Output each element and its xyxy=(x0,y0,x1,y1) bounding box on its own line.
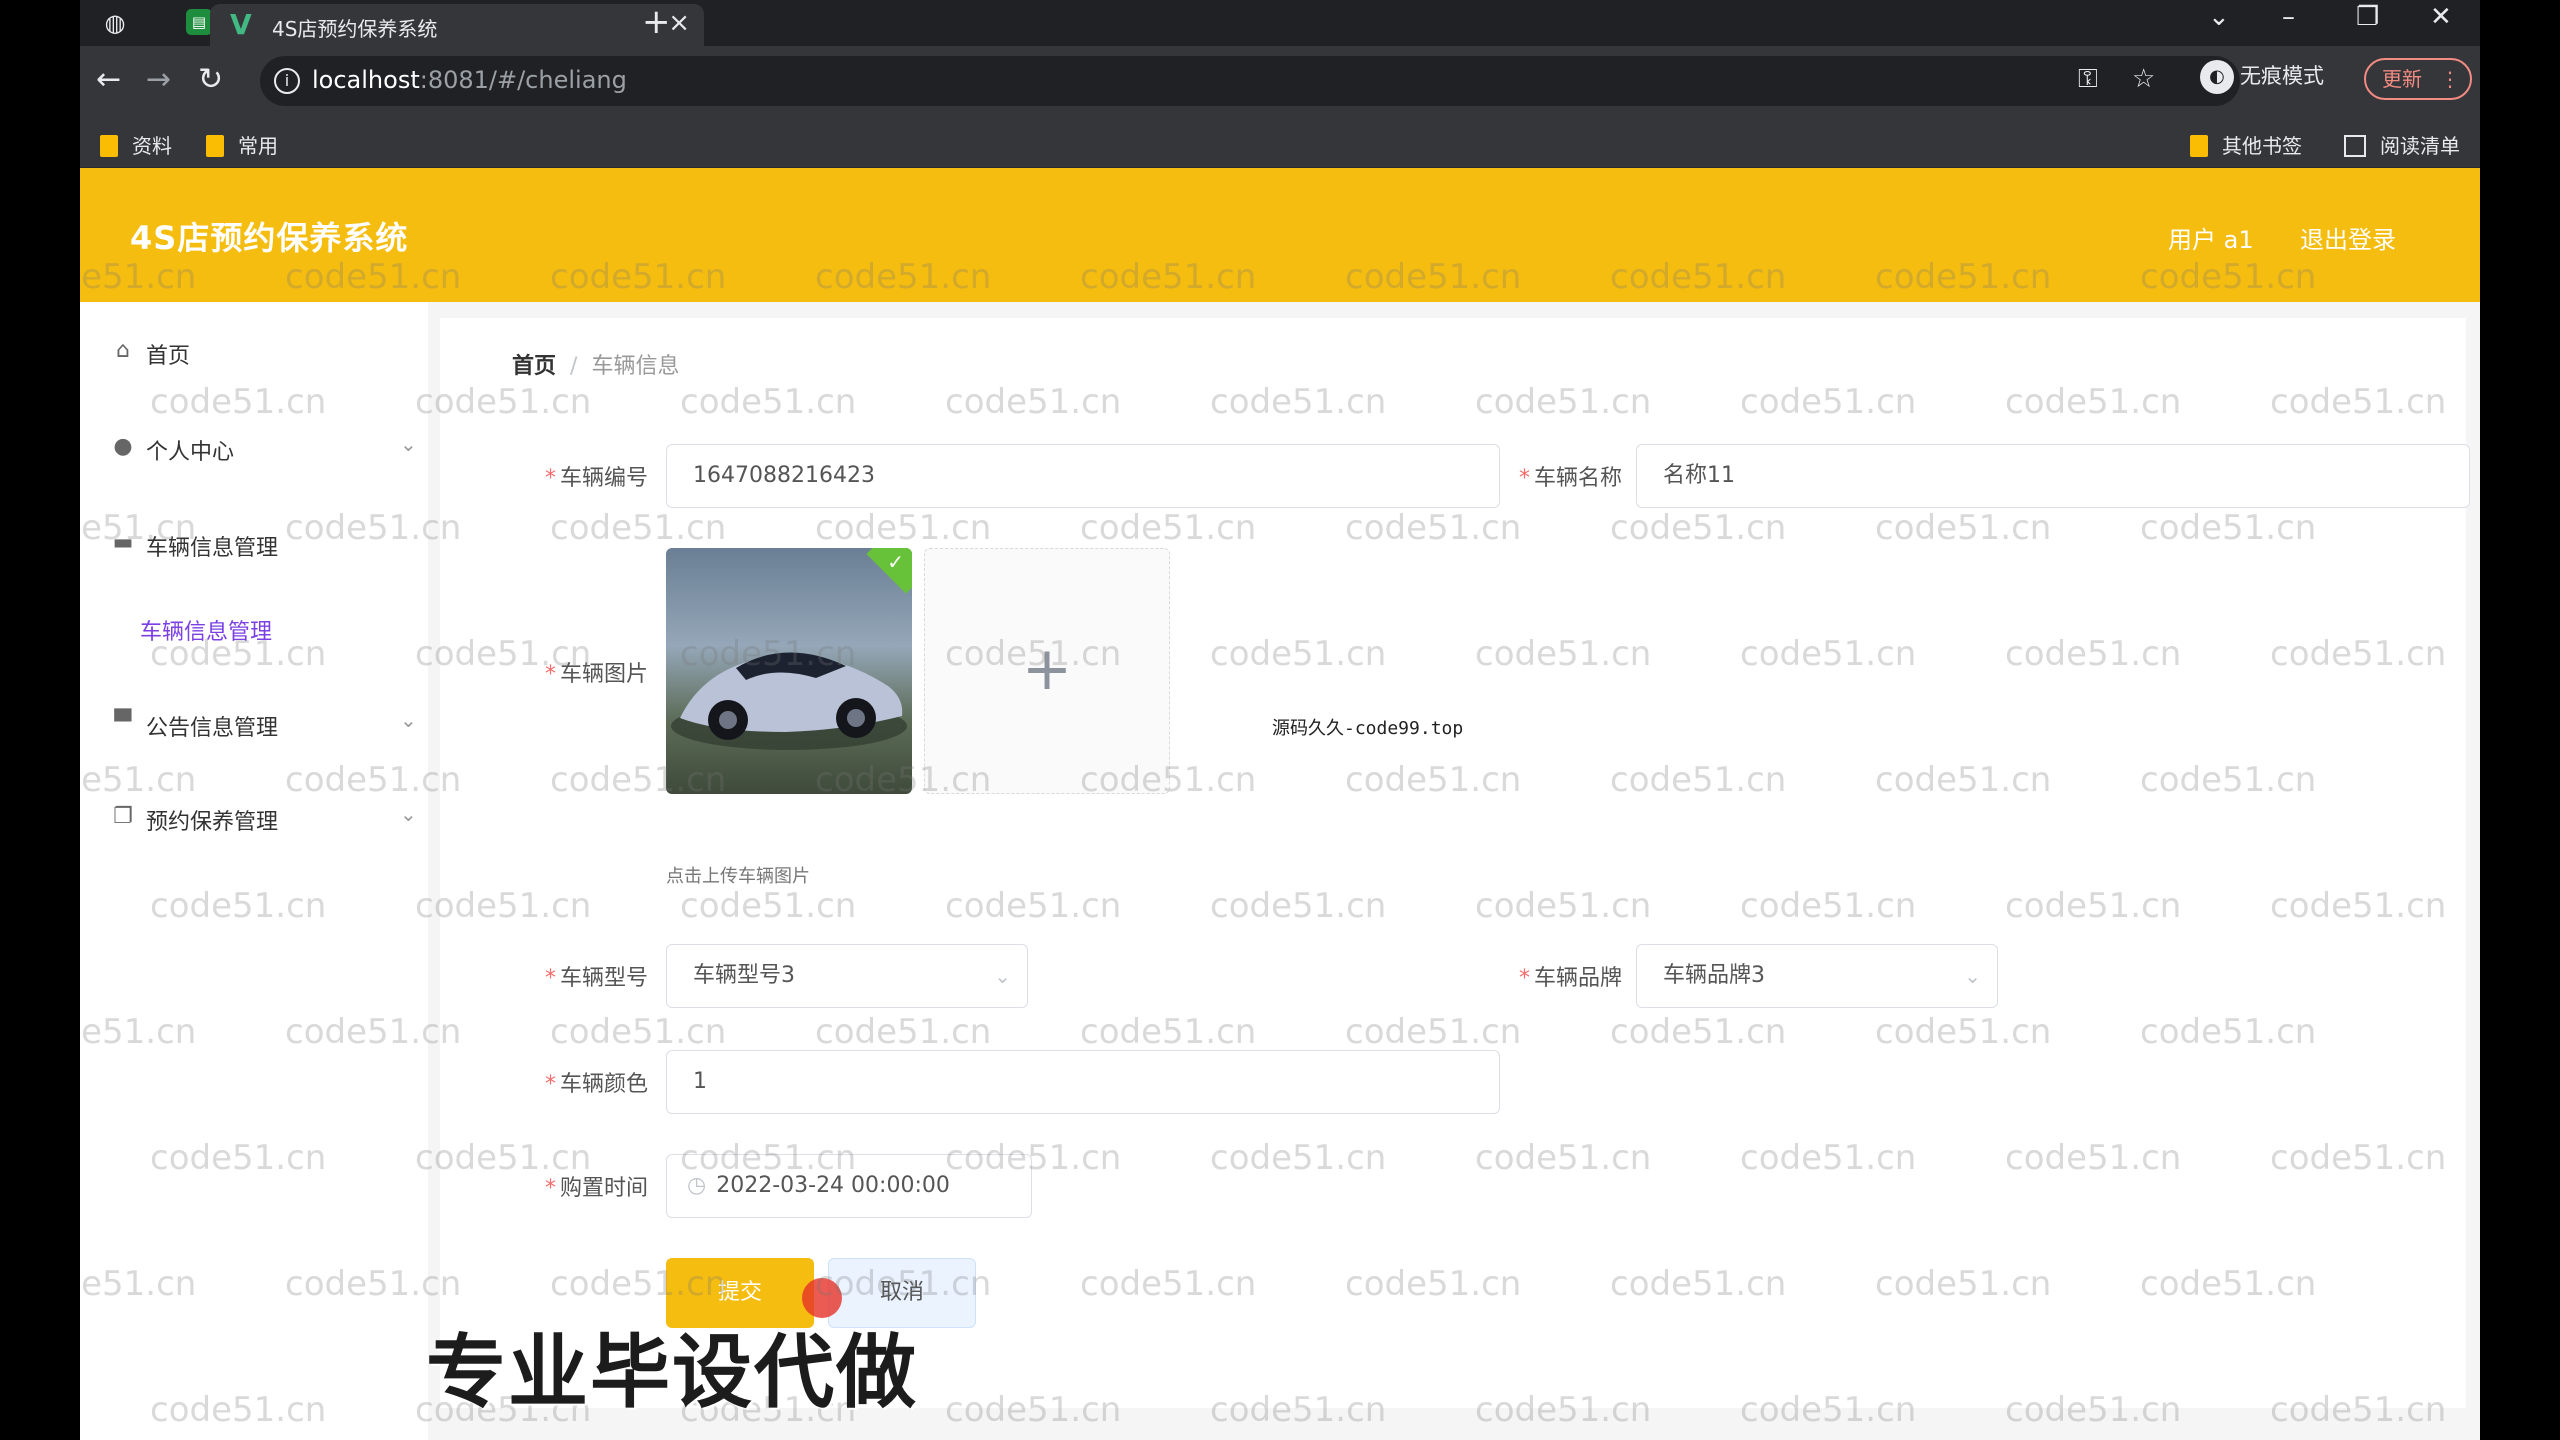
chevron-down-icon: ⌄ xyxy=(400,802,417,826)
folder-icon xyxy=(2190,135,2208,157)
vehicle-name-input[interactable]: 名称11 xyxy=(1636,444,2470,508)
key-icon[interactable]: ⚿ xyxy=(2078,64,2098,95)
breadcrumb-current: 车辆信息 xyxy=(591,354,680,379)
tab-close-icon[interactable]: × xyxy=(668,8,690,38)
copy-icon: ❐ xyxy=(113,804,133,829)
browser-tab[interactable]: V 4S店预约保养系统 × xyxy=(210,4,704,46)
app-favicon-icon[interactable]: ▤ xyxy=(186,9,212,35)
bookmark-folder[interactable]: 常用 xyxy=(206,130,278,159)
incognito-icon: ◐ xyxy=(2200,60,2234,94)
tab-title: 4S店预约保养系统 xyxy=(272,17,438,41)
address-bar[interactable]: i localhost:8081/#/cheliang ⚿ ☆ xyxy=(260,56,2240,106)
clock-icon: ◷ xyxy=(687,1173,707,1198)
upload-plus-button[interactable]: + xyxy=(924,548,1170,794)
user-label: 用户 a1 xyxy=(2168,226,2254,254)
vehicle-image-label: * 车辆图片 xyxy=(544,662,648,687)
bookmark-folder[interactable]: 资料 xyxy=(100,130,172,159)
check-icon: ✓ xyxy=(887,550,904,574)
browser-tabstrip: ◍ ▤ V 4S店预约保养系统 × + ⌄ – ❐ ✕ xyxy=(80,0,2480,46)
app-window: ◍ ▤ V 4S店预约保养系统 × + ⌄ – ❐ ✕ ← → ↻ i loca… xyxy=(80,0,2480,1440)
browser-toolbar: ← → ↻ i localhost:8081/#/cheliang ⚿ ☆ ◐ 无… xyxy=(80,46,2480,116)
star-icon[interactable]: ☆ xyxy=(2132,64,2155,94)
back-icon[interactable]: ← xyxy=(96,62,121,98)
user-icon: ● xyxy=(113,434,133,459)
chevron-down-icon: ⌄ xyxy=(1964,964,1981,988)
logout-link[interactable]: 退出登录 xyxy=(2300,220,2396,255)
app-title: 4S店预约保养系统 xyxy=(130,219,409,257)
minimize-icon[interactable]: – xyxy=(2282,2,2295,32)
reload-icon[interactable]: ↻ xyxy=(198,62,223,98)
chevron-down-icon: ⌄ xyxy=(994,964,1011,988)
main-content: 首页 / 车辆信息 * 车辆编号 1647088216423 * 车辆名称 名称11 *… xyxy=(428,302,2480,1440)
sidebar-item-booking[interactable]: ❐ 预约保养管理 ⌄ xyxy=(110,798,417,838)
vehicle-name-label: * 车辆名称 xyxy=(1518,466,1622,491)
overlay-note: 源码久久-code99.top xyxy=(1272,718,1464,739)
folder-icon xyxy=(206,135,224,157)
vehicle-color-input[interactable]: 1 xyxy=(666,1050,1500,1114)
menu-dots-icon[interactable]: ⋮ xyxy=(2440,60,2460,98)
vehicle-color-label: * 车辆颜色 xyxy=(544,1072,648,1097)
vehicle-brand-label: * 车辆品牌 xyxy=(1518,966,1622,991)
restore-icon[interactable]: ❐ xyxy=(2356,2,2379,32)
car-icon: ▬ xyxy=(112,530,134,555)
info-icon[interactable]: i xyxy=(274,68,300,94)
overlay-ad-text: 专业毕设代做 xyxy=(426,1326,918,1419)
other-bookmarks[interactable]: 其他书签 xyxy=(2190,130,2302,159)
bookmarks-bar: 资料 常用 其他书签 阅读清单 xyxy=(80,116,2480,168)
url-text[interactable]: localhost:8081/#/cheliang xyxy=(312,66,627,94)
app-header: 4S店预约保养系统 用户 a1 退出登录 xyxy=(80,168,2480,302)
sidebar: ⌂ 首页 ● 个人中心 ⌄ ▬ 车辆信息管理 车辆信息管理 ▀ 公告信息管理 ⌄… xyxy=(80,302,428,1440)
incognito-indicator[interactable]: ◐ 无痕模式 xyxy=(2200,60,2324,94)
purchase-time-picker[interactable]: ◷ 2022-03-24 00:00:00 xyxy=(666,1154,1032,1218)
home-icon: ⌂ xyxy=(116,338,130,363)
breadcrumb: 首页 / 车辆信息 xyxy=(512,354,680,379)
sidebar-subitem-vehicle[interactable]: 车辆信息管理 xyxy=(140,614,272,646)
uploaded-car-image[interactable]: ✓ xyxy=(666,548,912,794)
reading-list[interactable]: 阅读清单 xyxy=(2344,130,2460,159)
upload-tip: 点击上传车辆图片 xyxy=(666,866,810,887)
notice-icon: ▀ xyxy=(114,710,132,735)
new-tab-icon[interactable]: + xyxy=(642,2,671,42)
sidebar-item-profile[interactable]: ● 个人中心 ⌄ xyxy=(110,428,416,468)
sidebar-item-notice[interactable]: ▀ 公告信息管理 ⌄ xyxy=(110,704,417,744)
vehicle-brand-select[interactable]: 车辆品牌3 ⌄ xyxy=(1636,944,1998,1008)
tab-search-chevron-icon[interactable]: ⌄ xyxy=(2208,2,2230,32)
folder-icon xyxy=(100,135,118,157)
close-window-icon[interactable]: ✕ xyxy=(2430,2,2452,32)
chevron-down-icon: ⌄ xyxy=(400,708,417,732)
globe-icon[interactable]: ◍ xyxy=(100,8,130,38)
vehicle-model-label: * 车辆型号 xyxy=(544,966,648,991)
vehicle-model-select[interactable]: 车辆型号3 ⌄ xyxy=(666,944,1028,1008)
form-panel: 首页 / 车辆信息 * 车辆编号 1647088216423 * 车辆名称 名称11 *… xyxy=(440,318,2470,1408)
vehicle-no-label: * 车辆编号 xyxy=(544,466,648,491)
sidebar-item-vehicle[interactable]: ▬ 车辆信息管理 xyxy=(110,524,410,564)
breadcrumb-home[interactable]: 首页 xyxy=(512,354,556,379)
vehicle-no-input[interactable]: 1647088216423 xyxy=(666,444,1500,508)
forward-icon[interactable]: → xyxy=(146,62,171,98)
chevron-down-icon: ⌄ xyxy=(400,432,417,456)
purchase-time-label: * 购置时间 xyxy=(544,1176,648,1201)
vue-icon: V xyxy=(230,8,252,41)
reading-list-icon xyxy=(2344,135,2366,157)
sidebar-item-home[interactable]: ⌂ 首页 xyxy=(110,332,410,372)
update-button[interactable]: 更新 ⋮ xyxy=(2364,58,2472,100)
